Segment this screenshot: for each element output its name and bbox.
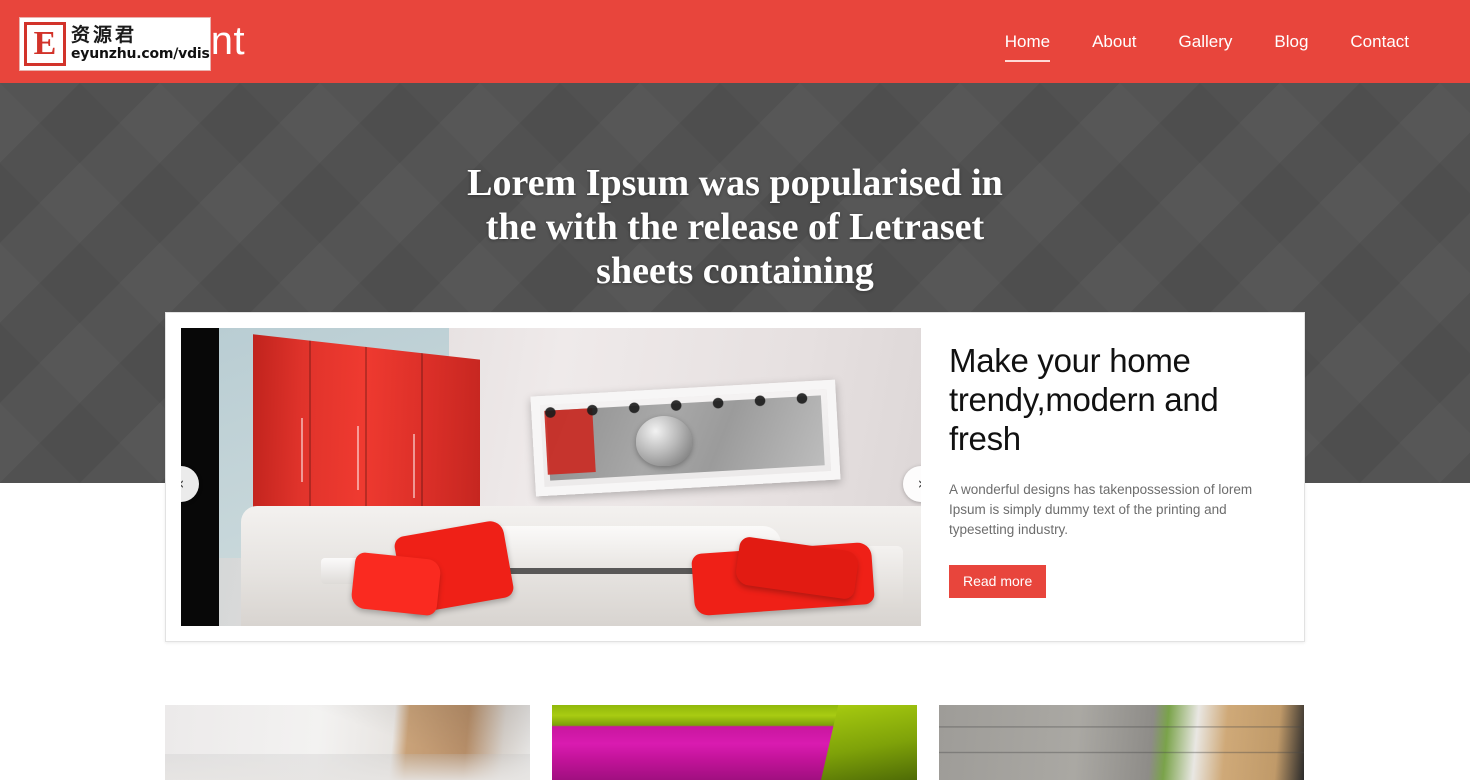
slide-image: ‹ ›	[181, 328, 921, 626]
hero-title-line-2: the with the release of Letraset	[485, 206, 985, 248]
nav-item-contact[interactable]: Contact	[1329, 30, 1430, 54]
room-illustration	[181, 328, 921, 626]
gallery-thumbnail[interactable]	[939, 705, 1304, 780]
slide-description: A wonderful designs has takenpossession …	[949, 482, 1253, 537]
slide-content: Make your home trendy,modern and fresh A…	[921, 328, 1289, 626]
nav-item-about[interactable]: About	[1071, 30, 1157, 54]
site-header: Adornment Home About Gallery Blog Contac…	[0, 0, 1470, 83]
watermark-cn-label: 资源君	[71, 24, 138, 46]
hero-title: Lorem Ipsum was popularised in the with …	[0, 161, 1470, 293]
watermark-badge-icon: E	[24, 22, 66, 66]
hero-title-line-3: sheets containing	[596, 250, 874, 292]
watermark-url-label: eyunzhu.com/vdisk	[71, 46, 211, 62]
watermark-overlay: E 资源君 eyunzhu.com/vdisk	[19, 17, 211, 71]
red-cushion	[350, 551, 442, 617]
read-more-button[interactable]: Read more	[949, 565, 1047, 598]
main-navigation: Home About Gallery Blog Contact	[984, 0, 1430, 83]
nav-item-gallery[interactable]: Gallery	[1158, 30, 1254, 54]
watermark-text: 资源君 eyunzhu.com/vdisk	[71, 24, 211, 63]
nav-item-blog[interactable]: Blog	[1253, 30, 1329, 54]
gallery-thumbnail[interactable]	[165, 705, 530, 780]
hero-title-line-1: Lorem Ipsum was popularised in	[467, 162, 1003, 204]
slide-title: Make your home trendy,modern and fresh	[949, 342, 1219, 457]
gallery-thumbnail-row	[165, 705, 1305, 780]
lamp-shade	[636, 416, 692, 466]
gallery-thumbnail[interactable]	[552, 705, 917, 780]
featured-slider-card: ‹ › Make your home trendy,modern and fre…	[165, 312, 1305, 642]
nav-item-home[interactable]: Home	[984, 30, 1071, 62]
